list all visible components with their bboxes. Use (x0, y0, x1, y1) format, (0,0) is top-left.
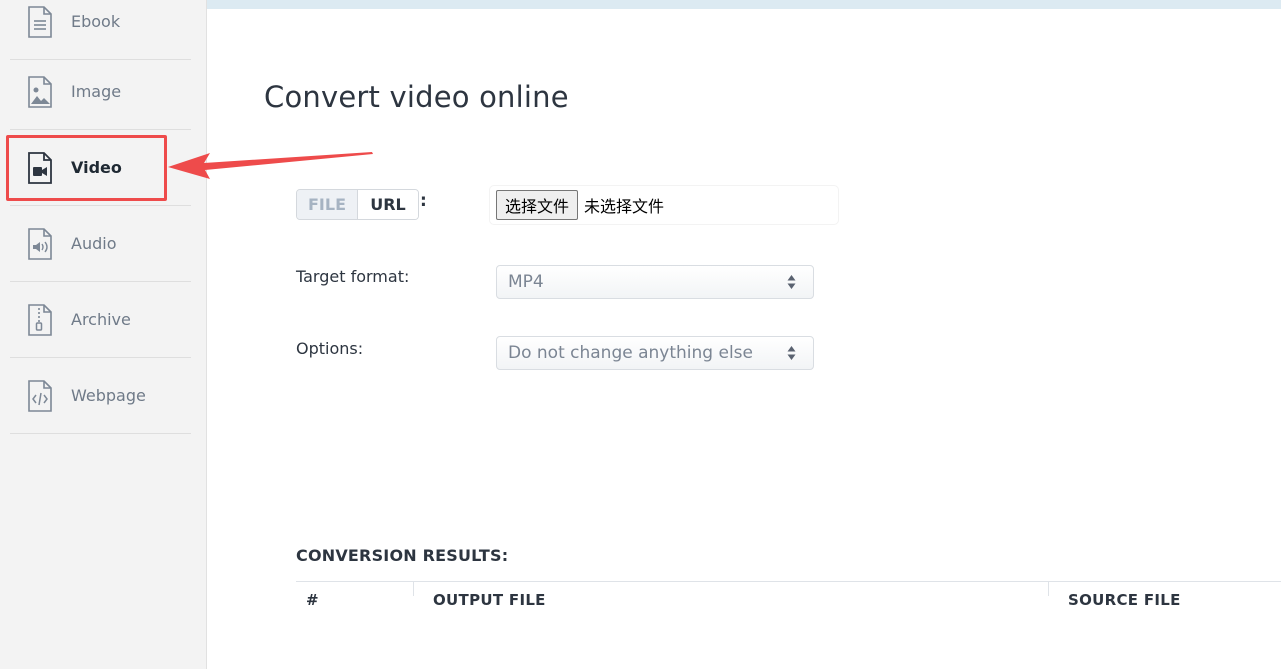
sidebar-item-label: Video (71, 158, 122, 177)
select-caret-icon (787, 346, 796, 360)
page-title: Convert video online (264, 80, 569, 114)
target-format-select[interactable]: MP4 (496, 265, 814, 299)
column-header-source-file: SOURCE FILE (1068, 591, 1181, 609)
file-picker: 选择文件 未选择文件 (490, 186, 838, 224)
source-toggle: FILE URL (296, 189, 419, 220)
column-header-number: # (306, 591, 319, 609)
sidebar-item-label: Webpage (71, 386, 146, 405)
options-select[interactable]: Do not change anything else (496, 336, 814, 370)
image-icon (28, 75, 52, 108)
sidebar-item-video[interactable]: Video (10, 130, 191, 206)
options-value: Do not change anything else (508, 343, 753, 363)
target-format-label: Target format: (296, 267, 410, 286)
sidebar: Ebook Image Video Audio Archive Webpage (0, 0, 207, 669)
sidebar-item-image[interactable]: Image (10, 54, 191, 130)
column-divider (1048, 582, 1049, 596)
sidebar-item-label: Archive (71, 310, 131, 329)
sidebar-item-audio[interactable]: Audio (10, 206, 191, 282)
audio-icon (28, 227, 52, 260)
url-tab[interactable]: URL (358, 190, 418, 219)
sidebar-item-archive[interactable]: Archive (10, 282, 191, 358)
choose-file-button[interactable]: 选择文件 (496, 190, 579, 220)
sidebar-item-ebook[interactable]: Ebook (10, 0, 191, 60)
sidebar-item-webpage[interactable]: Webpage (10, 358, 191, 434)
video-icon (28, 151, 52, 184)
target-format-value: MP4 (508, 272, 544, 292)
column-header-output-file: OUTPUT FILE (433, 591, 546, 609)
conversion-results-label: CONVERSION RESULTS: (296, 546, 509, 565)
top-bar (207, 0, 1281, 9)
options-label: Options: (296, 339, 364, 358)
ebook-icon (28, 5, 52, 38)
file-status: 未选择文件 (584, 197, 665, 216)
file-tab[interactable]: FILE (297, 190, 358, 219)
sidebar-item-label: Audio (71, 234, 117, 253)
results-table: # OUTPUT FILE SOURCE FILE (296, 581, 1281, 621)
select-caret-icon (787, 275, 796, 289)
archive-icon (28, 303, 52, 336)
sidebar-item-label: Image (71, 82, 122, 101)
column-divider (413, 582, 414, 596)
webpage-icon (28, 379, 52, 412)
toggle-colon: : (420, 191, 427, 211)
annotation-arrow-icon (168, 152, 373, 179)
sidebar-item-label: Ebook (71, 12, 121, 31)
